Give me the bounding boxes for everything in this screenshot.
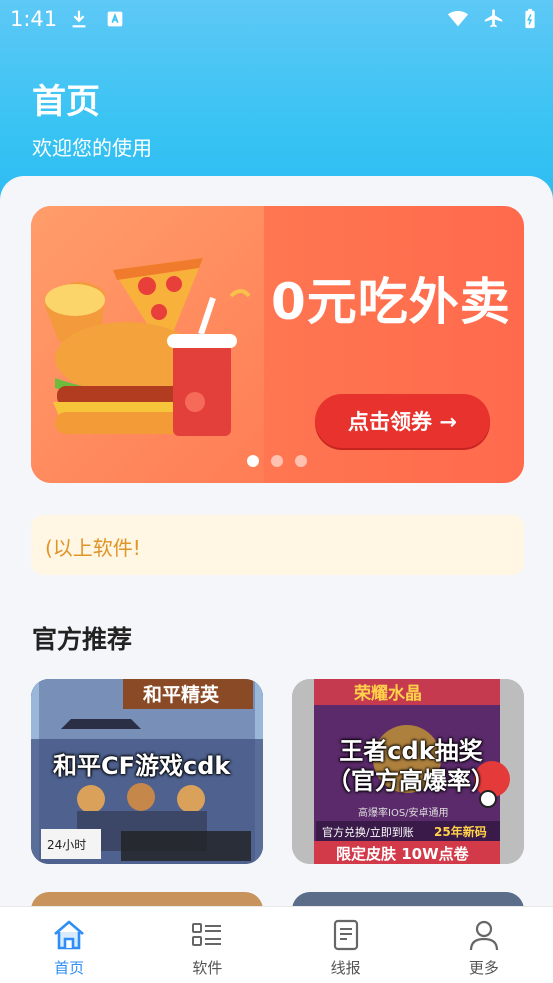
document-icon bbox=[333, 919, 358, 951]
banner-headline: 0元吃外卖 bbox=[271, 273, 511, 331]
tab-label: 软件 bbox=[192, 959, 223, 977]
card-thumbnail-text-4: 25年新码 bbox=[434, 824, 487, 839]
card-label: 王者cdk抽奖（官方高爆率） bbox=[327, 737, 495, 795]
card-thumbnail-text-1: 荣耀水晶 bbox=[353, 683, 422, 704]
carousel-dot[interactable] bbox=[247, 455, 259, 467]
card-thumbnail-text-3: 官方兑换/立即到账 bbox=[322, 825, 414, 839]
bottom-tabbar: 首页 软件 线报 更多 bbox=[0, 906, 553, 983]
status-bar: 1:41 bbox=[0, 0, 553, 38]
app-notification-icon bbox=[107, 11, 123, 27]
card-thumbnail-text-2: 高爆率IOS/安卓通用 bbox=[358, 806, 449, 819]
recommend-card[interactable]: 和平精英 24小时 和平CF游戏cdk bbox=[31, 679, 263, 864]
tab-home[interactable]: 首页 bbox=[0, 907, 138, 983]
page-subtitle: 欢迎您的使用 bbox=[32, 136, 152, 160]
carousel-dot[interactable] bbox=[271, 455, 283, 467]
wifi-icon bbox=[447, 10, 469, 27]
tab-label: 线报 bbox=[330, 959, 361, 977]
card-thumbnail-text-2: 24小时 bbox=[47, 838, 86, 852]
svg-text:和平精英: 和平精英 bbox=[143, 683, 220, 706]
promo-banner[interactable]: 0元吃外卖 点击领券 → bbox=[31, 206, 524, 483]
tab-label: 首页 bbox=[54, 959, 85, 977]
tab-software[interactable]: 软件 bbox=[138, 907, 276, 983]
card-thumbnail-text-5: 限定皮肤 10W点卷 bbox=[336, 845, 470, 863]
battery-icon bbox=[525, 8, 535, 29]
tab-report[interactable]: 线报 bbox=[277, 907, 415, 983]
carousel-dot[interactable] bbox=[295, 455, 307, 467]
section-title: 官方推荐 bbox=[32, 625, 133, 654]
notice-marquee[interactable]: (以上软件! bbox=[31, 515, 524, 575]
tab-more[interactable]: 更多 bbox=[415, 907, 553, 983]
food-illustration bbox=[45, 258, 251, 436]
page-title: 首页 bbox=[32, 82, 100, 122]
card-label: 和平CF游戏cdk bbox=[53, 752, 231, 780]
banner-cta-button[interactable]: 点击领券 → bbox=[315, 394, 490, 448]
notice-text: (以上软件! bbox=[45, 536, 141, 560]
user-icon bbox=[469, 920, 498, 951]
airplane-icon bbox=[484, 9, 503, 28]
download-icon bbox=[72, 10, 86, 28]
tab-label: 更多 bbox=[468, 959, 499, 977]
list-icon bbox=[192, 923, 222, 946]
recommend-card[interactable]: 荣耀水晶 高爆率IOS/安卓通用 官方兑换/立即到账 25年新码 限定皮肤 10… bbox=[292, 679, 524, 864]
status-time: 1:41 bbox=[10, 7, 58, 31]
carousel-dots bbox=[247, 455, 307, 467]
home-icon bbox=[54, 920, 84, 950]
card-thumbnail-text-1: 和平精英 bbox=[143, 683, 220, 706]
main-content: 0元吃外卖 点击领券 → (以上软件! 官方推荐 和平精英 24小时 和平CF游… bbox=[0, 176, 553, 916]
